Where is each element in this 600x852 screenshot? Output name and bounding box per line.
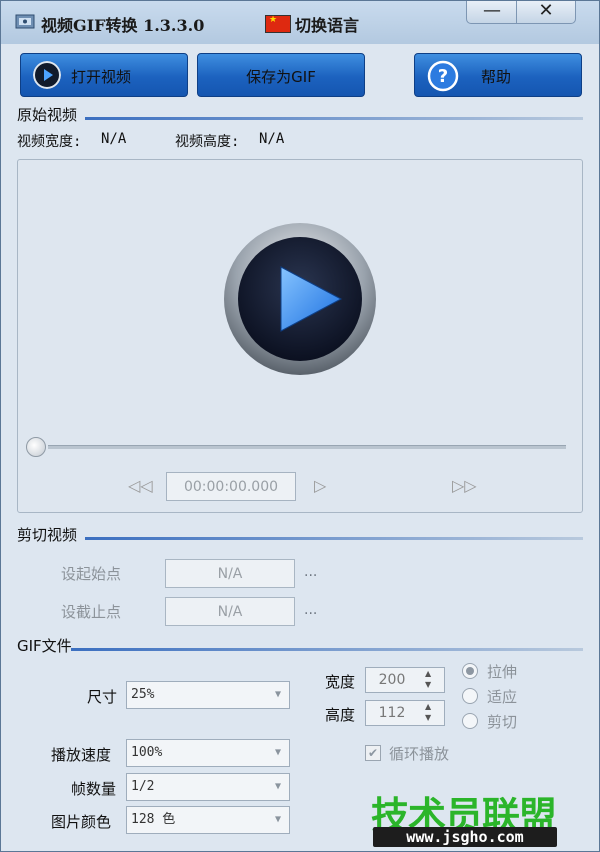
frames-select[interactable]: 1/2 ▼	[126, 773, 290, 801]
set-end-label: 设截止点	[61, 603, 122, 621]
window-title: 视频GIF转换 1.3.3.0	[41, 16, 205, 35]
minimize-button[interactable]: —	[466, 1, 518, 24]
end-point-field[interactable]: N/A	[165, 597, 295, 626]
save-gif-button[interactable]: 保存为GIF	[197, 53, 365, 97]
section-divider	[85, 117, 583, 120]
radio-selected-dot	[466, 667, 474, 675]
loop-label: 循环播放	[389, 745, 450, 763]
loop-checkbox[interactable]: ✔	[365, 745, 381, 761]
radio-stretch[interactable]	[462, 663, 478, 679]
watermark-logo: 技术员联盟 www.jsgho.com	[371, 785, 561, 849]
help-label: 帮助	[481, 68, 512, 86]
height-spinner[interactable]: 112 ▲ ▼	[365, 700, 445, 726]
size-select[interactable]: 25% ▼	[126, 681, 290, 709]
switch-language-link[interactable]: 切换语言	[295, 12, 359, 36]
gif-file-heading: GIF文件	[17, 637, 72, 655]
height-spinner-value: 112	[378, 705, 406, 721]
end-point-browse[interactable]: ...	[304, 602, 317, 618]
color-select-value: 128 色	[131, 812, 176, 827]
video-width-value: N/A	[101, 131, 127, 147]
video-height-value: N/A	[259, 131, 285, 147]
chevron-down-icon: ▼	[274, 689, 281, 700]
chevron-down-icon: ▼	[274, 781, 281, 792]
size-label: 尺寸	[87, 688, 118, 706]
question-mark-icon: ?	[427, 60, 459, 92]
start-point-browse[interactable]: ...	[304, 564, 317, 580]
width-spinner[interactable]: 200 ▲ ▼	[365, 667, 445, 693]
speed-label: 播放速度	[51, 746, 112, 764]
spinner-up-icon[interactable]: ▲	[425, 669, 431, 678]
speed-select[interactable]: 100% ▼	[126, 739, 290, 767]
cut-video-heading: 剪切视频	[17, 526, 78, 544]
video-width-label: 视频宽度:	[17, 134, 82, 150]
big-play-icon[interactable]	[223, 222, 377, 376]
chevron-down-icon: ▼	[274, 814, 281, 825]
chevron-down-icon: ▼	[274, 747, 281, 758]
title-bar[interactable]: 视频GIF转换 1.3.3.0 ★ 切换语言 — ✕	[1, 1, 599, 44]
radio-fit[interactable]	[462, 688, 478, 704]
china-flag-icon[interactable]: ★	[265, 15, 291, 33]
play-circle-icon	[33, 61, 61, 89]
start-point-field[interactable]: N/A	[165, 559, 295, 588]
frames-select-value: 1/2	[131, 779, 155, 794]
help-button[interactable]: ? 帮助	[414, 53, 582, 97]
video-height-label: 视频高度:	[175, 134, 240, 150]
frames-label: 帧数量	[71, 780, 117, 798]
save-gif-label: 保存为GIF	[246, 68, 316, 86]
color-label: 图片颜色	[51, 813, 112, 831]
seek-track[interactable]	[48, 445, 566, 449]
section-divider	[85, 537, 583, 540]
section-divider	[71, 648, 583, 651]
original-video-heading: 原始视频	[17, 106, 78, 124]
color-select[interactable]: 128 色 ▼	[126, 806, 290, 834]
close-button[interactable]: ✕	[516, 1, 576, 24]
seek-slider-handle[interactable]	[26, 437, 46, 457]
rewind-icon[interactable]: ◁◁	[128, 476, 153, 495]
spinner-up-icon[interactable]: ▲	[425, 702, 431, 711]
video-preview-panel: ◁◁ 00:00:00.000 ▷ ▷▷	[17, 159, 583, 513]
set-start-label: 设起始点	[61, 565, 122, 583]
fast-forward-icon[interactable]: ▷▷	[452, 476, 477, 495]
app-icon	[15, 14, 35, 29]
open-video-button[interactable]: 打开视频	[20, 53, 188, 97]
radio-crop-label: 剪切	[487, 713, 518, 731]
watermark-url: www.jsgho.com	[373, 827, 557, 847]
radio-stretch-label: 拉伸	[487, 663, 518, 681]
time-display: 00:00:00.000	[166, 472, 296, 501]
radio-crop[interactable]	[462, 713, 478, 729]
spinner-down-icon[interactable]: ▼	[425, 713, 431, 722]
app-window: 视频GIF转换 1.3.3.0 ★ 切换语言 — ✕ 打开视频 保存为GIF ?…	[0, 0, 600, 852]
gif-height-label: 高度	[325, 706, 356, 724]
spinner-down-icon[interactable]: ▼	[425, 680, 431, 689]
radio-fit-label: 适应	[487, 688, 518, 706]
speed-select-value: 100%	[131, 745, 163, 760]
gif-width-label: 宽度	[325, 673, 356, 691]
width-spinner-value: 200	[378, 672, 406, 688]
open-video-label: 打开视频	[71, 68, 132, 86]
size-select-value: 25%	[131, 687, 155, 702]
svg-text:?: ?	[438, 66, 448, 87]
play-icon[interactable]: ▷	[314, 476, 326, 495]
